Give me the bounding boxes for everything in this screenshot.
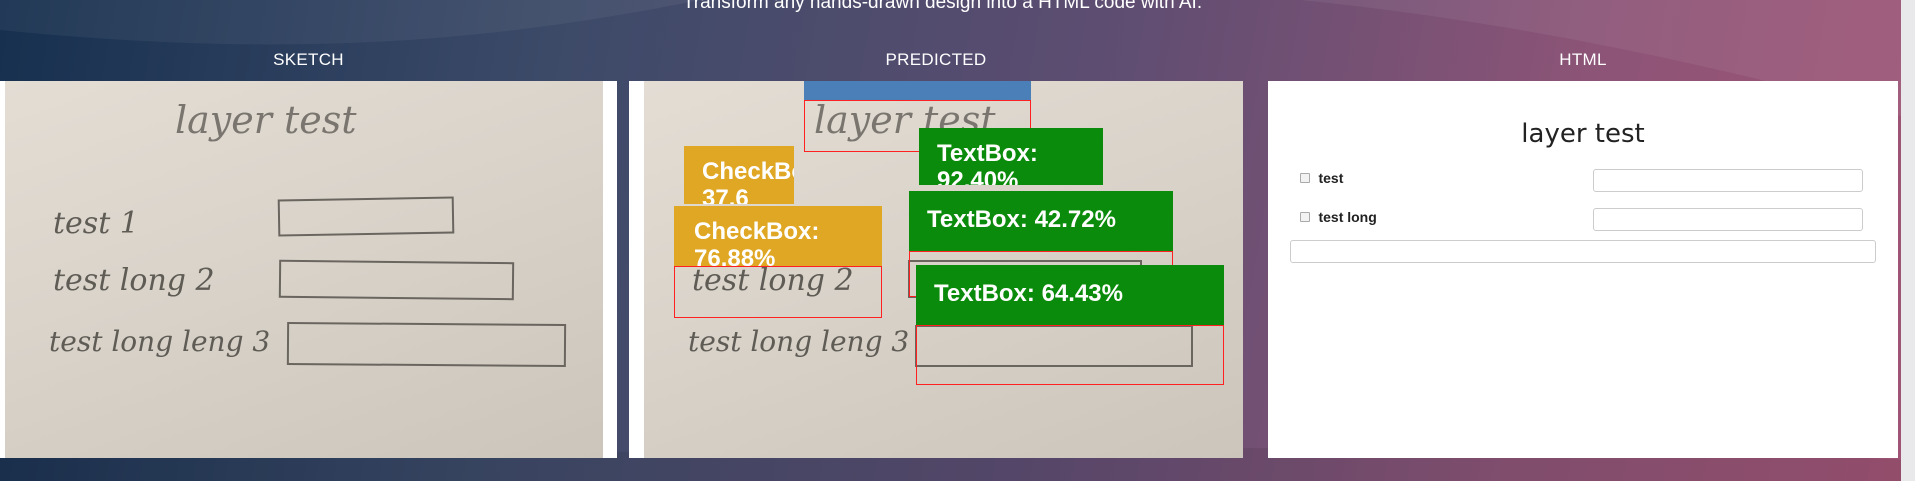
preview-checkbox[interactable] [1300,172,1310,183]
column-header-sketch: SKETCH [273,50,344,69]
sketch-photo: layer test test 1 test long 2 test long … [5,81,603,458]
detection-label: TextBox: 64.43% [916,265,1224,325]
detection-label: CheckBox: 76.88% [674,206,882,266]
tagline: Transform any hands-drawn design into a … [682,0,1203,13]
detection-label: TextBox: 42.72% [909,191,1173,251]
detection-header-label [804,81,1031,100]
preview-row: test long [1300,208,1377,232]
preview-checkbox[interactable] [1300,211,1310,222]
column-header-predicted: PREDICTED [885,50,987,69]
sketch-drawing: layer test test 1 test long 2 test long … [49,98,567,367]
predicted-panel: layer test test long 2 test long leng 3 … [629,81,1243,458]
page-scrollbar[interactable] [1901,0,1915,481]
detection-label: TextBox: 92.40% [919,128,1103,185]
sketch-label-2: test long 2 [53,263,215,298]
preview-wide-text-input[interactable] [1290,240,1876,263]
sketch-title: layer test [175,98,357,142]
predicted-photo: layer test test long 2 test long leng 3 … [644,81,1243,458]
preview-text-input[interactable] [1593,169,1863,192]
preview-checkbox-label: test long [1318,208,1377,225]
sketch-panel: layer test test 1 test long 2 test long … [0,81,617,458]
preview-title: layer test [1521,119,1645,149]
html-preview-panel: layer test test test long [1268,81,1898,458]
sketch-label-1: test 1 [53,206,139,241]
predicted-label-3: test long leng 3 [688,325,909,358]
detection-bbox [674,266,882,318]
preview-text-input[interactable] [1593,208,1863,231]
column-header-html: HTML [1559,50,1607,69]
preview-row: test [1300,169,1343,193]
sketch-label-3: test long leng 3 [49,325,270,358]
detection-bbox [916,325,1224,385]
detection-label: CheckBox: 37.6 [684,146,794,204]
preview-checkbox-label: test [1318,169,1344,186]
